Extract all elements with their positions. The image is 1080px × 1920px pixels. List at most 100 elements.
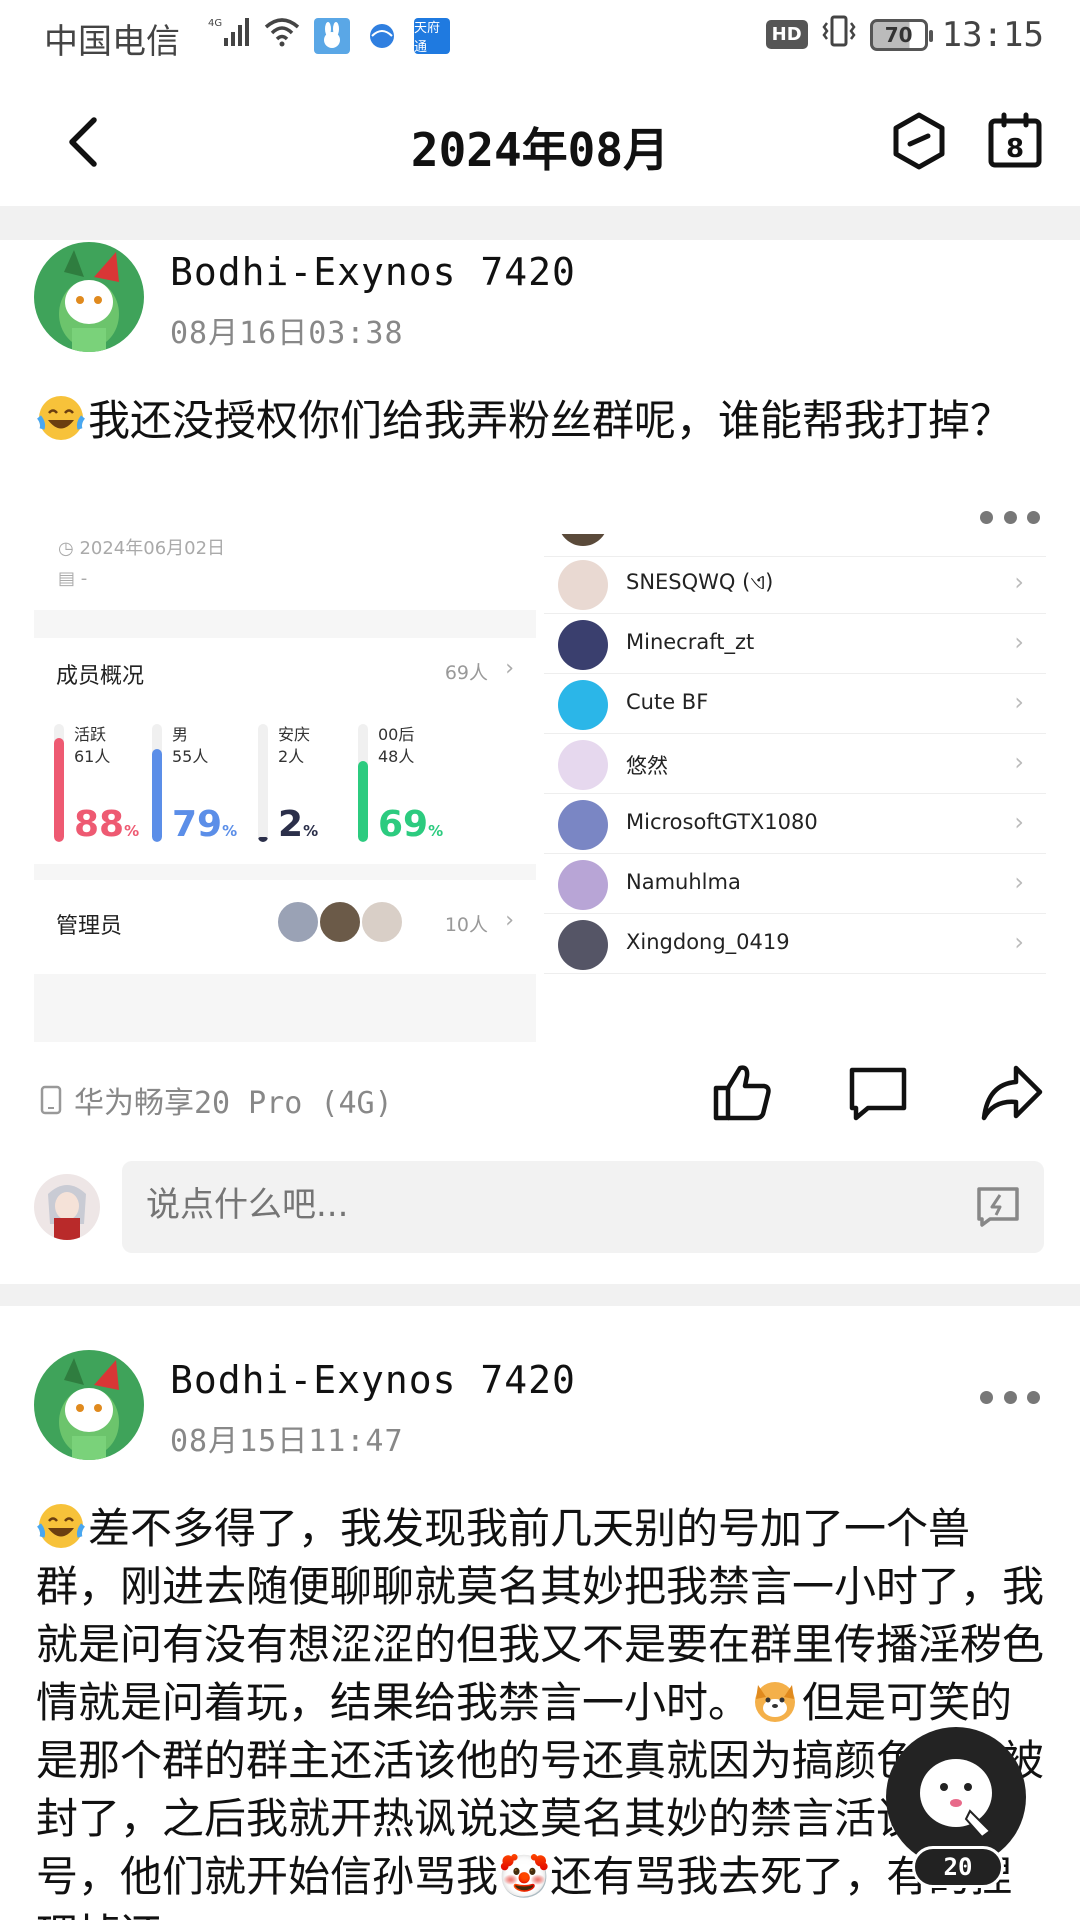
member-row[interactable]: 悠然 ›: [544, 734, 1046, 794]
members-count: 69人: [444, 662, 488, 684]
wifi-icon: [264, 17, 300, 54]
device-name: 华为畅享20 Pro (4G): [74, 1086, 393, 1121]
laughing-tears-emoji-icon: [37, 396, 85, 440]
member-row[interactable]: Xingdong_0419 ›: [544, 914, 1046, 974]
quick-reply-icon[interactable]: [974, 1183, 1022, 1231]
chevron-right-icon: ›: [1014, 688, 1024, 716]
author-name[interactable]: Bodhi-Exynos 7420: [170, 1358, 576, 1402]
transit-app-label: 天府通: [414, 20, 441, 55]
stat-label: 活跃 61人: [74, 725, 111, 766]
author-avatar[interactable]: [34, 1350, 144, 1460]
member-avatar: [558, 620, 608, 670]
members-overview-card: 成员概况 69人 › 活跃 61人 88% 男 55人 79% 安庆 2人 2% 00后 48人 69…: [34, 638, 536, 864]
member-row[interactable]: Minecraft_zt ›: [544, 614, 1046, 674]
member-stat: 男 55人 79%: [152, 724, 262, 854]
post-image-member-list[interactable]: SNESQWQ (ଏ) › Minecraft_zt › Cute BF › 悠然 › Micr…: [544, 534, 1046, 1042]
member-stat: 活跃 61人 88%: [54, 724, 164, 854]
chevron-right-icon: ›: [505, 908, 514, 933]
calendar-icon: 8: [988, 112, 1042, 168]
stat-percent: 88%: [74, 804, 140, 845]
member-avatar: [558, 920, 608, 970]
calendar-button[interactable]: 8: [984, 110, 1046, 172]
more-options-button[interactable]: [980, 1382, 1040, 1412]
stat-bar-fill: [54, 738, 64, 842]
stat-bar: [258, 724, 268, 842]
member-row[interactable]: Namuhlma ›: [544, 854, 1046, 914]
chevron-right-icon: ›: [1014, 628, 1024, 656]
more-options-button[interactable]: [980, 502, 1040, 532]
member-row[interactable]: SNESQWQ (ଏ) ›: [544, 554, 1046, 614]
like-button[interactable]: [710, 1060, 774, 1124]
member-name: Minecraft_zt: [626, 630, 755, 654]
author-name[interactable]: Bodhi-Exynos 7420: [170, 250, 576, 294]
share-button[interactable]: [980, 1062, 1044, 1126]
chevron-right-icon: ›: [505, 656, 514, 681]
rabbit-app-icon: [314, 17, 350, 54]
admin-avatar: [276, 900, 320, 944]
member-name: Xingdong_0419: [626, 930, 790, 954]
device-label: 华为畅享20 Pro (4G): [40, 1078, 393, 1122]
comment-field[interactable]: [122, 1161, 1044, 1253]
carrier-label: 中国电信: [44, 22, 180, 62]
comment-input[interactable]: [146, 1185, 906, 1225]
hexagon-slash-icon: [893, 112, 945, 170]
group-date: ◷ 2024年06月02日: [58, 538, 226, 559]
member-name: MicrosoftGTX1080: [626, 810, 818, 834]
member-avatar: [558, 534, 608, 546]
member-name: Namuhlma: [626, 870, 741, 894]
stat-bar: [358, 724, 368, 842]
stat-label: 男 55人: [172, 725, 209, 766]
member-row[interactable]: MicrosoftGTX1080 ›: [544, 794, 1046, 854]
post-image-group-overview[interactable]: ◷ 2024年06月02日 ▤ - 成员概况 69人 › 活跃 61人 88% 男 55…: [34, 534, 536, 1042]
group-desc: ▤ -: [58, 568, 88, 589]
admin-avatar: [318, 900, 362, 944]
stat-label: 00后 48人: [378, 725, 415, 766]
browser-icon: [364, 17, 400, 54]
member-avatar: [558, 860, 608, 910]
status-bar: 中国电信 4G 天府通 HD 70 13:15: [0, 0, 1080, 76]
stat-bar-fill: [152, 748, 162, 842]
chevron-right-icon: ›: [1014, 928, 1024, 956]
stat-percent: 79%: [172, 804, 238, 845]
post-body: 我还没授权你们给我弄粉丝群呢，谁能帮我打掉？: [36, 392, 1044, 450]
section-divider: [0, 1284, 1080, 1306]
member-row[interactable]: Cute BF ›: [544, 674, 1046, 734]
author-avatar[interactable]: [34, 242, 144, 352]
stat-percent: 69%: [378, 804, 444, 845]
signal-icon: 4G: [208, 16, 250, 55]
post-timestamp: 08月15日11:47: [170, 1424, 404, 1459]
post-timestamp: 08月16日03:38: [170, 316, 404, 351]
svg-text:4G: 4G: [208, 18, 222, 29]
member-avatar: [558, 680, 608, 730]
status-icons-right: HD 70 13:15: [765, 14, 1044, 55]
notification-count-badge: 20: [912, 1846, 1004, 1888]
comment-button[interactable]: [846, 1062, 910, 1126]
status-icons-left: 4G 天府通: [208, 16, 450, 55]
vibrate-icon: [822, 14, 856, 55]
stat-bar: [152, 724, 162, 842]
chevron-right-icon: ›: [1014, 568, 1024, 596]
admins-card: 管理员 10人 ›: [34, 880, 536, 974]
stat-bar-fill: [258, 837, 268, 842]
member-stat: 安庆 2人 2%: [258, 724, 368, 854]
filter-button[interactable]: [888, 110, 950, 172]
member-avatar: [558, 560, 608, 610]
member-avatar: [558, 800, 608, 850]
member-name: Cute BF: [626, 690, 709, 714]
stat-bar-fill: [358, 760, 368, 842]
thumbs-up-icon: [713, 1065, 771, 1121]
svg-text:8: 8: [1006, 134, 1024, 164]
member-name: SNESQWQ (ଏ): [626, 570, 774, 594]
post-text: 我还没授权你们给我弄粉丝群呢，谁能帮我打掉？: [88, 396, 1013, 445]
transit-app-icon: 天府通: [414, 17, 450, 55]
stat-label: 安庆 2人: [278, 725, 311, 766]
stat-percent: 2%: [278, 804, 319, 845]
dog-face-emoji-icon: [755, 1682, 796, 1722]
member-avatar: [558, 740, 608, 790]
stat-bar: [54, 724, 64, 842]
admins-count: 10人: [444, 914, 488, 936]
admins-title: 管理员: [56, 914, 123, 939]
share-arrow-icon: [981, 1065, 1043, 1121]
admin-avatar: [360, 900, 404, 944]
my-avatar[interactable]: [34, 1174, 100, 1240]
